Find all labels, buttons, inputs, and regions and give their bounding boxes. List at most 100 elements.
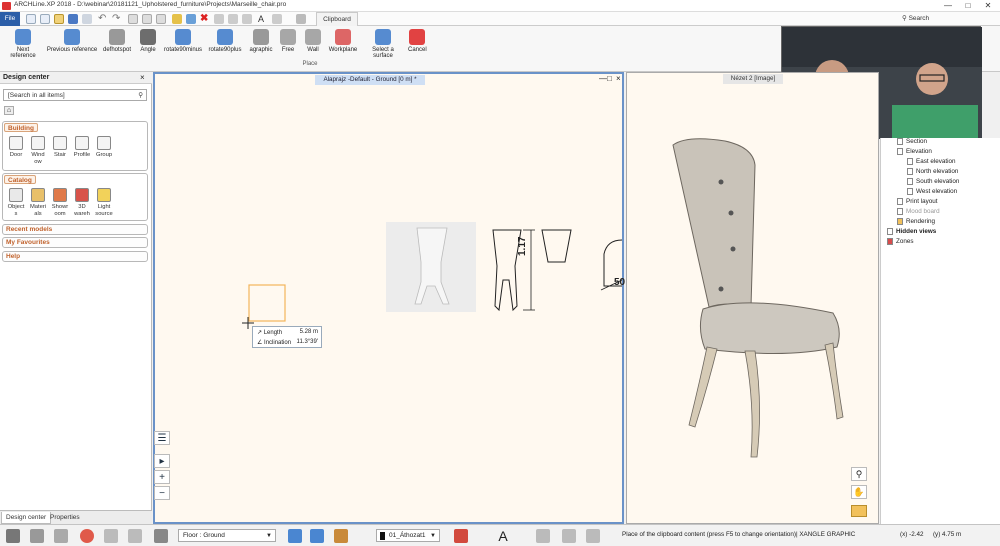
zoom-in-button[interactable]: + bbox=[154, 470, 170, 484]
design-center-search-input[interactable]: [Search in all items] ⚲ bbox=[3, 89, 147, 101]
building-item-profile[interactable]: Profile bbox=[72, 136, 92, 159]
search-box[interactable]: ⚲ Search bbox=[902, 13, 962, 25]
tree-item-label: South elevation bbox=[916, 178, 960, 186]
building-item-group[interactable]: Group bbox=[94, 136, 114, 159]
viewport-restore-icon[interactable]: □ bbox=[607, 74, 612, 83]
ortho-icon[interactable] bbox=[104, 529, 118, 543]
tree-item-west-elevation[interactable]: West elevation bbox=[907, 188, 957, 195]
zoom-icon[interactable]: ⚲ bbox=[851, 467, 867, 481]
ribbon-button-rotate90minus[interactable]: rotate90minus bbox=[164, 28, 202, 60]
delete-icon[interactable]: ✖ bbox=[200, 14, 210, 24]
cut-icon[interactable] bbox=[128, 14, 138, 24]
snap-icon[interactable] bbox=[586, 529, 600, 543]
measure-icon[interactable] bbox=[562, 529, 576, 543]
list-view-button[interactable]: ☰ bbox=[154, 431, 170, 445]
image-viewport[interactable]: Nézet 2 [Image] ⚲ ✋ bbox=[626, 72, 879, 524]
list-icon[interactable] bbox=[154, 529, 168, 543]
catalog-item-3d-wareh[interactable]: 3D wareh bbox=[72, 188, 92, 218]
magnet-icon[interactable] bbox=[80, 529, 94, 543]
close-panel-icon[interactable]: × bbox=[140, 73, 145, 82]
eyedropper-icon[interactable] bbox=[186, 14, 196, 24]
tree-item-zones[interactable]: Zones bbox=[887, 238, 914, 245]
ribbon-button-select-a-surface[interactable]: Select a surface bbox=[362, 28, 404, 60]
catalog-item-light-source[interactable]: Light source bbox=[94, 188, 114, 218]
viewport-close-icon[interactable]: × bbox=[616, 74, 621, 83]
open-folder-icon[interactable] bbox=[54, 14, 64, 24]
ribbon-button-workplane[interactable]: Workplane bbox=[328, 28, 358, 60]
tree-item-rendering[interactable]: Rendering bbox=[897, 218, 935, 225]
grid-icon[interactable] bbox=[30, 529, 44, 543]
print-icon[interactable] bbox=[82, 14, 92, 24]
catalog-item-object-s[interactable]: Object s bbox=[6, 188, 26, 218]
floor-down-icon[interactable] bbox=[310, 529, 324, 543]
file-menu-button[interactable]: File bbox=[0, 12, 20, 26]
pencil-icon[interactable] bbox=[242, 14, 252, 24]
tree-item-print-layout[interactable]: Print layout bbox=[897, 198, 938, 205]
design-center-tabs: Design center Properties bbox=[0, 510, 152, 524]
new-file-icon[interactable] bbox=[26, 14, 36, 24]
floor-up-icon[interactable] bbox=[288, 529, 302, 543]
catalog-item-materi-als[interactable]: Materi als bbox=[28, 188, 48, 218]
text-icon[interactable]: A bbox=[258, 14, 268, 24]
frame-icon[interactable] bbox=[54, 529, 68, 543]
expand-arrow-button[interactable]: ▸ bbox=[154, 454, 170, 468]
tab-design-center[interactable]: Design center bbox=[1, 512, 52, 524]
close-button[interactable]: ✕ bbox=[980, 0, 996, 12]
pan-hand-icon[interactable]: ✋ bbox=[851, 485, 867, 499]
save-icon[interactable] bbox=[68, 14, 78, 24]
ribbon-button-agraphic[interactable]: agraphic bbox=[248, 28, 274, 60]
tree-item-mood-board[interactable]: Mood board bbox=[897, 208, 940, 215]
display-mode-icon[interactable] bbox=[851, 505, 867, 517]
layer-select[interactable]: 01_Áthozat1 ▼ bbox=[376, 529, 440, 542]
settings-gear-icon[interactable] bbox=[6, 529, 20, 543]
building-item-stair[interactable]: Stair bbox=[50, 136, 70, 159]
redo-icon[interactable]: ↷ bbox=[112, 14, 122, 24]
floor-select[interactable]: Floor : Ground ▼ bbox=[178, 529, 276, 542]
floor-plan-viewport[interactable]: Alaprajz -Default - Ground [0 m] * — □ ×… bbox=[153, 72, 625, 524]
recent-models-bar[interactable]: Recent models bbox=[2, 224, 148, 235]
tree-node-icon bbox=[897, 218, 903, 225]
tree-item-north-elevation[interactable]: North elevation bbox=[907, 168, 958, 175]
tree-item-south-elevation[interactable]: South elevation bbox=[907, 178, 959, 185]
eraser-icon[interactable] bbox=[454, 529, 468, 543]
paste-icon[interactable] bbox=[156, 14, 166, 24]
brush-icon[interactable] bbox=[172, 14, 182, 24]
new-document-icon[interactable] bbox=[40, 14, 50, 24]
building-item-door[interactable]: Door bbox=[6, 136, 26, 159]
line-style-icon[interactable] bbox=[536, 529, 550, 543]
ribbon-button-previous-reference[interactable]: Previous reference bbox=[46, 28, 98, 60]
ribbon-button-wall[interactable]: Wall bbox=[303, 28, 323, 60]
ribbon-button-defhotspot[interactable]: defhotspot bbox=[102, 28, 132, 60]
minimize-button[interactable]: — bbox=[940, 0, 956, 12]
ribbon-button-angle[interactable]: Angle bbox=[138, 28, 158, 60]
layout-icon[interactable] bbox=[296, 14, 306, 24]
hammer-icon[interactable] bbox=[334, 529, 348, 543]
home-icon[interactable]: ⌂ bbox=[4, 106, 14, 115]
zoom-out-button[interactable]: − bbox=[154, 486, 170, 500]
my-favourites-bar[interactable]: My Favourites bbox=[2, 237, 148, 248]
text-style-icon[interactable]: A bbox=[496, 529, 510, 543]
tree-item-section[interactable]: Section bbox=[897, 138, 927, 145]
tree-item-hidden-views[interactable]: Hidden views bbox=[887, 228, 936, 235]
catalog-item-showr-oom[interactable]: Showr oom bbox=[50, 188, 70, 218]
tab-properties[interactable]: Properties bbox=[46, 512, 84, 524]
maximize-button[interactable]: □ bbox=[960, 0, 976, 12]
help-bar[interactable]: Help bbox=[2, 251, 148, 262]
grid-snap-icon[interactable] bbox=[128, 529, 142, 543]
cursor-coordinates: (x) -2.42 (y) 4.75 m bbox=[900, 531, 996, 538]
select-icon[interactable] bbox=[228, 14, 238, 24]
tree-item-east-elevation[interactable]: East elevation bbox=[907, 158, 956, 165]
ribbon-button-free[interactable]: Free bbox=[280, 28, 296, 60]
pointer-icon[interactable] bbox=[214, 14, 224, 24]
ribbon-button-cancel[interactable]: Cancel bbox=[408, 28, 427, 60]
tab-clipboard[interactable]: Clipboard bbox=[316, 12, 358, 26]
undo-icon[interactable]: ↶ bbox=[98, 14, 108, 24]
ribbon-button-next-reference[interactable]: Next reference bbox=[6, 28, 40, 60]
ribbon-button-rotate90plus[interactable]: rotate90plus bbox=[206, 28, 244, 60]
copy-icon[interactable] bbox=[142, 14, 152, 24]
dimension-icon[interactable] bbox=[272, 14, 282, 24]
viewport-minimize-icon[interactable]: — bbox=[599, 74, 607, 83]
tree-item-elevation[interactable]: Elevation bbox=[897, 148, 932, 155]
ribbon-button-label: agraphic bbox=[249, 47, 273, 53]
building-item-wind-ow[interactable]: Wind ow bbox=[28, 136, 48, 166]
